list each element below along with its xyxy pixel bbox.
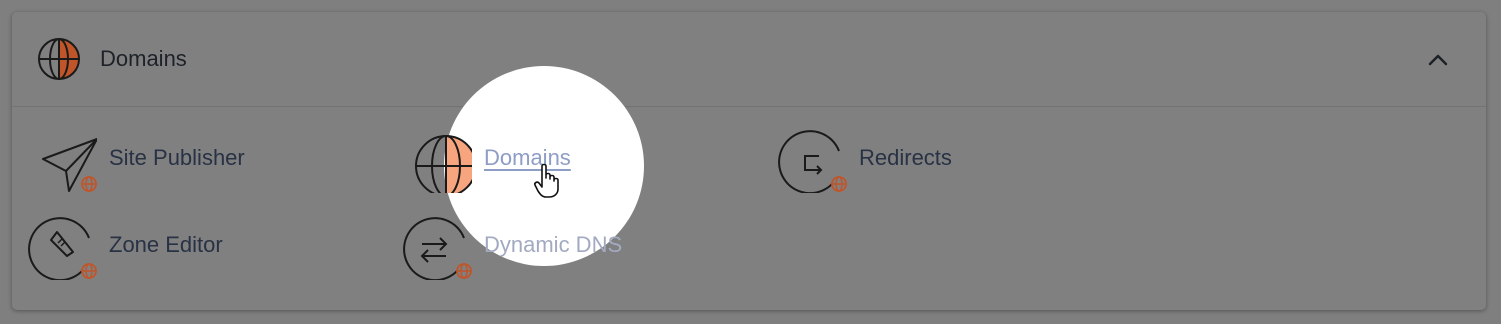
redirect-arrow-globe-icon — [778, 130, 847, 193]
panel-title: Domains — [100, 46, 187, 71]
redirects-link[interactable]: Redirects — [777, 123, 997, 193]
redirects-label: Redirects — [859, 145, 952, 170]
zone-editor-label: Zone Editor — [109, 232, 223, 257]
hand-pointer-icon — [534, 163, 559, 198]
globe-icon — [415, 135, 472, 193]
site-publisher-link[interactable]: Site Publisher — [27, 123, 287, 193]
swap-arrows-globe-icon — [403, 217, 472, 280]
panel-header[interactable]: Domains — [12, 12, 1486, 107]
chevron-up-icon[interactable] — [1426, 48, 1450, 72]
paper-plane-globe-icon — [42, 138, 97, 192]
globe-icon — [38, 38, 80, 80]
dynamic-dns-label: Dynamic DNS — [484, 232, 623, 257]
domains-link[interactable]: Domains — [402, 123, 602, 193]
zone-editor-link[interactable]: Zone Editor — [27, 210, 267, 280]
dynamic-dns-link[interactable]: Dynamic DNS — [402, 210, 662, 280]
rocket-globe-icon — [28, 217, 97, 280]
site-publisher-label: Site Publisher — [109, 145, 245, 170]
